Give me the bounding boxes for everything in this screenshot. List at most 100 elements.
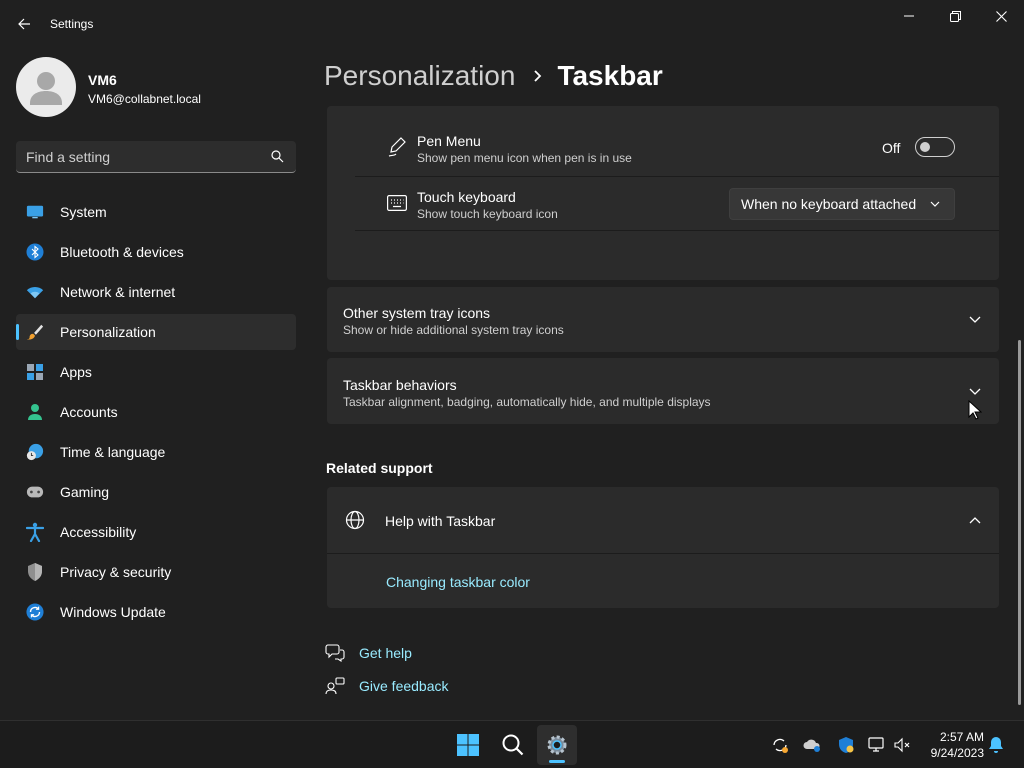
chevron-down-icon[interactable] [969, 388, 981, 396]
user-name: VM6 [88, 72, 117, 88]
mouse-cursor-icon [968, 400, 982, 420]
sidebar-item-personalization[interactable]: Personalization [16, 314, 296, 350]
minimize-icon [904, 15, 914, 17]
network-icon[interactable] [867, 735, 887, 755]
shield-icon [26, 563, 44, 581]
row-divider [327, 553, 999, 554]
sidebar-item-time-language[interactable]: Time & language [16, 434, 296, 470]
system-icon [26, 203, 44, 221]
sidebar-item-windows-update[interactable]: Windows Update [16, 594, 296, 630]
sidebar-item-privacy[interactable]: Privacy & security [16, 554, 296, 590]
row-divider [355, 176, 999, 177]
sidebar-item-label: Apps [60, 364, 92, 380]
start-button[interactable] [448, 725, 488, 765]
brush-icon [26, 323, 44, 341]
search-input[interactable] [26, 141, 266, 172]
get-help-link[interactable]: Get help [359, 645, 412, 661]
maximize-button[interactable] [932, 0, 978, 32]
sidebar-item-label: Bluetooth & devices [60, 244, 184, 260]
give-feedback-link[interactable]: Give feedback [359, 678, 449, 694]
sidebar-item-accessibility[interactable]: Accessibility [16, 514, 296, 550]
sidebar-item-label: Accessibility [60, 524, 137, 540]
pen-menu-title: Pen Menu [417, 133, 481, 149]
row-divider [355, 230, 999, 231]
chevron-right-icon [533, 69, 543, 83]
title-bar: Settings [0, 0, 1024, 48]
security-shield-icon[interactable] [836, 735, 856, 755]
avatar [16, 57, 76, 117]
active-app-indicator [549, 760, 565, 763]
sidebar-item-network[interactable]: Network & internet [16, 274, 296, 310]
taskbar-behaviors-card[interactable]: Taskbar behaviors Taskbar alignment, bad… [327, 358, 999, 424]
search-icon [502, 734, 524, 756]
person-icon [30, 72, 62, 105]
search-icon [271, 150, 284, 163]
clock-date: 9/24/2023 [930, 746, 984, 760]
back-button[interactable] [12, 12, 36, 36]
app-title: Settings [50, 17, 94, 31]
sidebar-nav: System Bluetooth & devices Network & int… [16, 194, 296, 634]
restore-icon [949, 10, 961, 22]
changing-taskbar-color-link[interactable]: Changing taskbar color [386, 574, 530, 590]
sidebar-item-label: Windows Update [60, 604, 166, 620]
onedrive-icon[interactable] [802, 735, 822, 755]
accounts-icon [26, 403, 44, 421]
sidebar-item-bluetooth[interactable]: Bluetooth & devices [16, 234, 296, 270]
wifi-icon [26, 283, 44, 301]
minimize-button[interactable] [886, 0, 932, 32]
pen-icon [388, 137, 406, 157]
sidebar-item-label: Network & internet [60, 284, 176, 300]
pen-menu-state: Off [882, 140, 901, 156]
gamepad-icon [26, 483, 44, 501]
page-title: Taskbar [557, 60, 663, 91]
touch-keyboard-dropdown[interactable]: When no keyboard attached [729, 188, 955, 220]
dropdown-selected-value: When no keyboard attached [741, 196, 917, 212]
taskbar-search-button[interactable] [493, 725, 533, 765]
accessibility-icon [26, 522, 44, 542]
taskbar-settings-app[interactable] [537, 725, 577, 765]
help-with-taskbar-card: Help with Taskbar Changing taskbar color [327, 487, 999, 608]
update-icon [26, 603, 44, 621]
other-tray-icons-card[interactable]: Other system tray icons Show or hide add… [327, 287, 999, 352]
sidebar-item-label: Gaming [60, 484, 110, 500]
chevron-down-icon [930, 201, 940, 207]
sidebar-item-system[interactable]: System [16, 194, 296, 230]
pen-menu-subtitle: Show pen menu icon when pen is in use [417, 151, 632, 165]
volume-muted-icon[interactable] [892, 735, 912, 755]
taskbar-behaviors-title: Taskbar behaviors [343, 377, 457, 393]
keyboard-icon [387, 195, 407, 211]
sync-icon[interactable] [770, 735, 790, 755]
chevron-up-icon[interactable] [969, 516, 981, 524]
sidebar-item-label: System [60, 204, 107, 220]
windows-logo-icon [457, 734, 479, 756]
help-with-taskbar-title[interactable]: Help with Taskbar [385, 513, 495, 529]
sidebar-item-label: Accounts [60, 404, 118, 420]
apps-icon [26, 363, 44, 381]
chevron-down-icon[interactable] [969, 316, 981, 324]
sidebar-item-apps[interactable]: Apps [16, 354, 296, 390]
globe-clock-icon [26, 443, 44, 461]
gear-icon [547, 735, 567, 755]
scrollbar-thumb[interactable] [1018, 340, 1021, 705]
clock-time: 2:57 AM [939, 730, 984, 744]
back-arrow-icon [18, 18, 30, 30]
clock[interactable]: 2:57 AM 9/24/2023 [920, 729, 984, 761]
get-help-icon [325, 644, 345, 662]
taskbar-behaviors-subtitle: Taskbar alignment, badging, automaticall… [343, 395, 711, 409]
notification-bell-icon[interactable] [986, 735, 1006, 755]
touch-keyboard-title: Touch keyboard [417, 189, 516, 205]
touch-keyboard-subtitle: Show touch keyboard icon [417, 207, 558, 221]
user-email: VM6@collabnet.local [88, 92, 201, 106]
sidebar-item-accounts[interactable]: Accounts [16, 394, 296, 430]
breadcrumb-parent[interactable]: Personalization [324, 60, 515, 92]
other-tray-title: Other system tray icons [343, 305, 491, 321]
taskbar: 2:57 AM 9/24/2023 [0, 720, 1024, 768]
toggle-knob [920, 142, 930, 152]
close-button[interactable] [978, 0, 1024, 32]
pen-menu-toggle[interactable] [915, 137, 955, 157]
sidebar-item-gaming[interactable]: Gaming [16, 474, 296, 510]
bluetooth-icon [26, 243, 44, 261]
search-box[interactable] [16, 141, 296, 173]
user-profile[interactable]: VM6 VM6@collabnet.local [16, 57, 296, 117]
sidebar-item-label: Time & language [60, 444, 166, 460]
